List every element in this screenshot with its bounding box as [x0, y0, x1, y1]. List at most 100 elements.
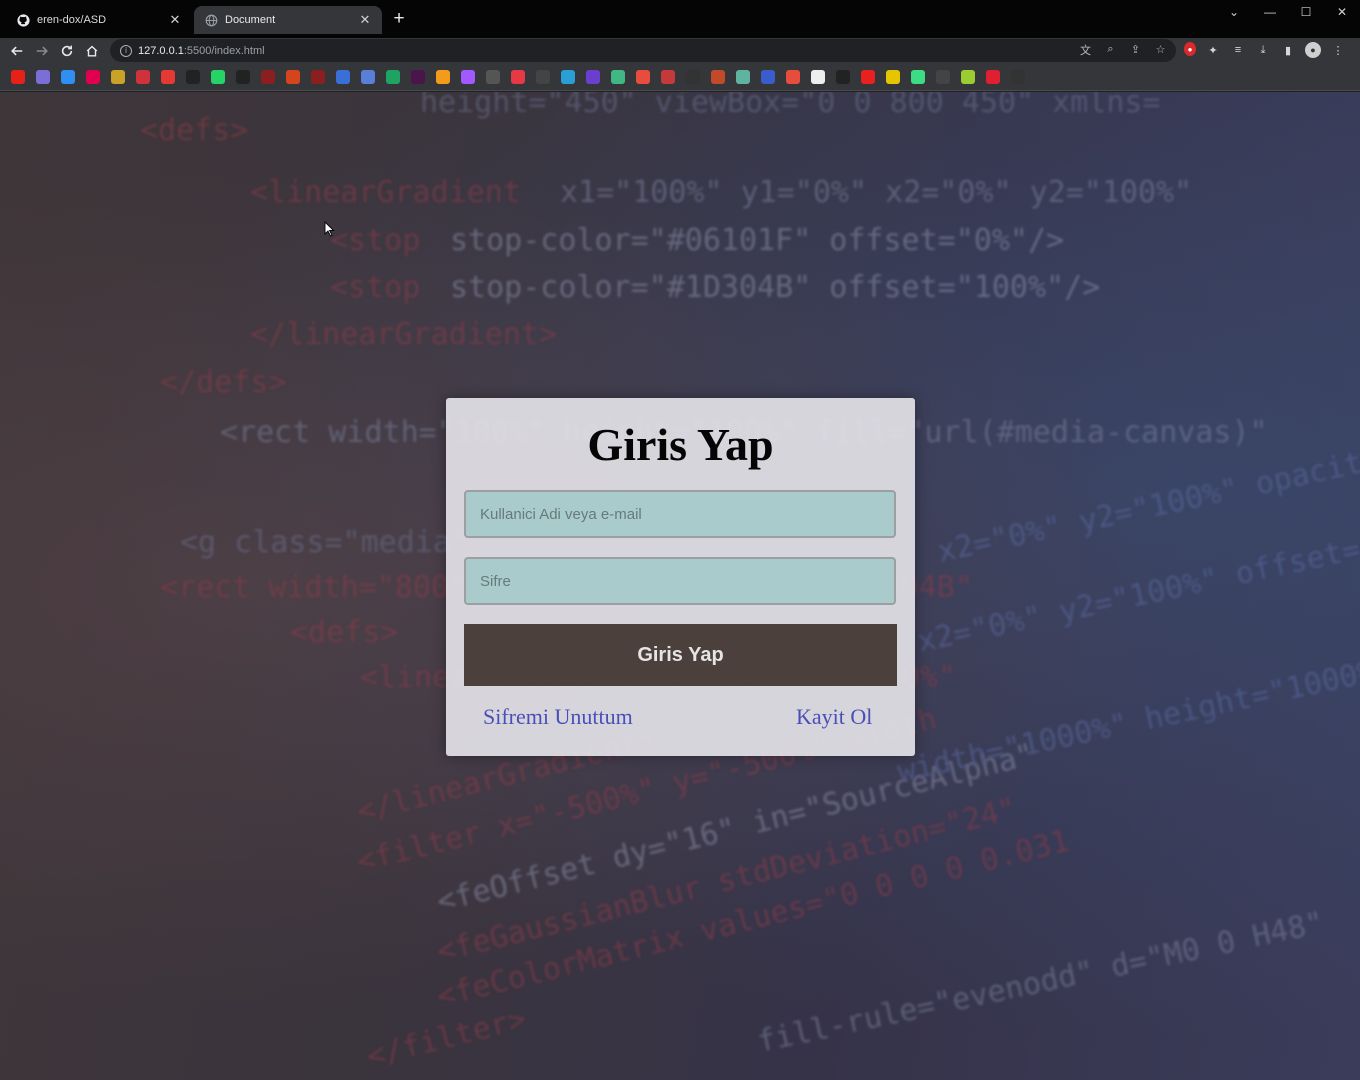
sidepanel-icon[interactable]: ▮ [1280, 42, 1296, 58]
password-input[interactable] [464, 557, 896, 605]
yahoo-icon[interactable] [86, 70, 100, 84]
svg-text:<linearGradient: <linearGradient [250, 175, 521, 210]
x2-icon[interactable] [961, 70, 975, 84]
svg-text:<defs>: <defs> [140, 113, 248, 148]
svg-text:<stop: <stop [330, 223, 420, 258]
tab-search-icon[interactable]: ⌄ [1216, 0, 1252, 24]
tool-icon[interactable] [711, 70, 725, 84]
ixi-icon[interactable] [886, 70, 900, 84]
back-icon[interactable] [6, 40, 28, 62]
mouse-cursor-icon [324, 221, 335, 237]
username-input[interactable] [464, 490, 896, 538]
close-window-icon[interactable]: ✕ [1324, 0, 1360, 24]
zoom-icon[interactable]: ⌕ [1103, 42, 1118, 57]
star-icon[interactable]: ☆ [1153, 42, 1168, 57]
tab-github[interactable]: eren-dox/ASD ✕ [6, 6, 192, 34]
globe-icon[interactable] [536, 70, 550, 84]
dash-icon[interactable] [336, 70, 350, 84]
media-icon[interactable]: ≡ [1230, 42, 1246, 58]
drive-icon[interactable] [61, 70, 75, 84]
red-circle-icon[interactable] [986, 70, 1000, 84]
svg-text:x1="100%" y1="0%" x2="0%" y2=": x1="100%" y1="0%" x2="0%" y2="100%" [560, 175, 1192, 210]
menu-icon[interactable]: ⋮ [1330, 42, 1346, 58]
tiktok-icon[interactable] [236, 70, 250, 84]
github-icon[interactable] [1011, 70, 1025, 84]
download-icon[interactable]: ⤓ [1255, 42, 1271, 58]
square-icon[interactable] [736, 70, 750, 84]
arrow-icon[interactable] [936, 70, 950, 84]
tab-title: Document [225, 14, 276, 26]
b-icon[interactable] [561, 70, 575, 84]
reload-icon[interactable] [56, 40, 78, 62]
svg-text:stop-color="#06101F" offset="0: stop-color="#06101F" offset="0%"/> [450, 223, 1064, 258]
svg-text:</defs>: </defs> [160, 365, 286, 400]
extensions-area: ● ✦ ≡ ⤓ ▮ ● ⋮ [1184, 42, 1346, 58]
youtube-icon[interactable] [11, 70, 25, 84]
svg-text:height="450" viewBox="0 0 800: height="450" viewBox="0 0 800 450" xmlns… [420, 92, 1161, 120]
globe-icon [204, 13, 218, 27]
tab-title: eren-dox/ASD [37, 14, 107, 26]
forward-icon[interactable] [31, 40, 53, 62]
color-icon[interactable] [636, 70, 650, 84]
bookmark-icon[interactable] [136, 70, 150, 84]
vue-icon[interactable] [611, 70, 625, 84]
doc-icon[interactable] [811, 70, 825, 84]
tab-close-icon[interactable]: ✕ [168, 12, 182, 28]
gmail-icon[interactable] [36, 70, 50, 84]
browser-toolbar: i 127.0.0.1:5500/index.html 文 ⌕ ⇪ ☆ ● ✦ … [0, 38, 1360, 64]
svg-text:<g class="media": <g class="media" [180, 525, 469, 560]
url-path: :5500/index.html [183, 44, 265, 57]
window-controls: ⌄ — ☐ ✕ [1216, 0, 1360, 26]
new-tab-button[interactable]: + [388, 8, 410, 30]
svg-text:stop-color="#1D304B" offset="1: stop-color="#1D304B" offset="100%"/> [450, 270, 1100, 305]
site-info-icon[interactable]: i [120, 44, 132, 57]
page-viewport: height="450" viewBox="0 0 800 450" xmlns… [0, 92, 1360, 1080]
register-link[interactable]: Kayit Ol [796, 704, 872, 730]
share-icon[interactable]: ⇪ [1128, 42, 1143, 57]
m-icon[interactable] [286, 70, 300, 84]
whatsapp-icon[interactable] [211, 70, 225, 84]
browser-titlebar: eren-dox/ASD ✕ Document ✕ + ⌄ — ☐ ✕ [0, 0, 1360, 38]
c-icon[interactable] [161, 70, 175, 84]
fp-icon[interactable] [836, 70, 850, 84]
translate-icon[interactable]: 文 [1078, 42, 1093, 57]
flag-icon[interactable] [761, 70, 775, 84]
codepen-icon[interactable] [686, 70, 700, 84]
app-icon[interactable] [511, 70, 525, 84]
forgot-password-link[interactable]: Sifremi Unuttum [483, 704, 633, 730]
profile-avatar[interactable]: ● [1305, 42, 1321, 58]
o-icon[interactable] [661, 70, 675, 84]
puzzle-icon[interactable]: ✦ [1205, 42, 1221, 58]
home-icon[interactable] [81, 40, 103, 62]
bookmarks-bar [0, 64, 1360, 91]
b-icon[interactable] [586, 70, 600, 84]
figma-icon[interactable] [461, 70, 475, 84]
url-host: 127.0.0.1 [138, 44, 184, 57]
svg-text:width="1000%" height="1000%" i: width="1000%" height="1000%" id [894, 639, 1360, 790]
code-icon[interactable] [486, 70, 500, 84]
goodreads-icon[interactable] [111, 70, 125, 84]
x-icon[interactable] [186, 70, 200, 84]
slack-icon[interactable] [411, 70, 425, 84]
calendar-icon[interactable] [361, 70, 375, 84]
github-icon [16, 13, 30, 27]
android-icon[interactable] [911, 70, 925, 84]
pinterest-icon[interactable] [311, 70, 325, 84]
login-title: Giris Yap [587, 419, 774, 470]
svg-text:</linearGradient>: </linearGradient> [250, 317, 557, 352]
tab-close-icon[interactable]: ✕ [358, 12, 372, 28]
login-card: Giris Yap Giris Yap Sifremi Unuttum Kayi… [446, 398, 915, 756]
box-icon[interactable] [436, 70, 450, 84]
address-bar[interactable]: i 127.0.0.1:5500/index.html 文 ⌕ ⇪ ☆ [110, 39, 1176, 62]
sheets-icon[interactable] [386, 70, 400, 84]
svg-text:<stop: <stop [330, 270, 420, 305]
svg-text:fill-rule="evenodd" d="M0 0 H4: fill-rule="evenodd" d="M0 0 H48" [754, 905, 1327, 1059]
extension-icon[interactable]: ● [1184, 42, 1196, 56]
red-dot-icon[interactable] [861, 70, 875, 84]
login-button[interactable]: Giris Yap [464, 624, 897, 686]
tab-document[interactable]: Document ✕ [194, 6, 382, 34]
maximize-icon[interactable]: ☐ [1288, 0, 1324, 24]
pin-icon[interactable] [786, 70, 800, 84]
minimize-icon[interactable]: — [1252, 0, 1288, 24]
pinterest-icon[interactable] [261, 70, 275, 84]
